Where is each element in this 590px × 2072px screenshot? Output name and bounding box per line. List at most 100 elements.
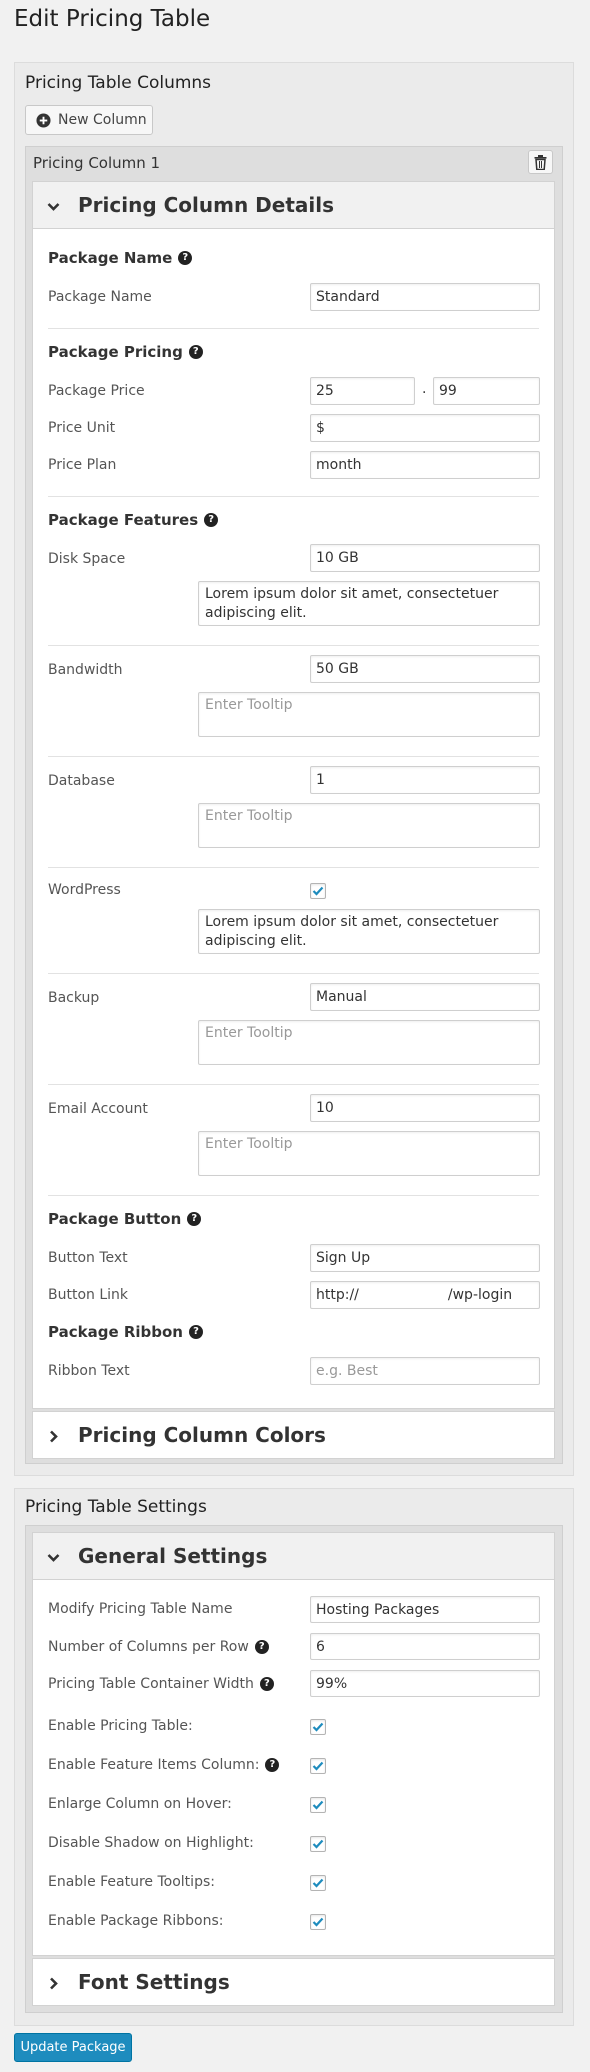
- package-name-group-label: Package Name: [48, 249, 173, 267]
- feature-label: Bandwidth: [48, 662, 123, 678]
- button-text-input[interactable]: Sign Up: [310, 1244, 540, 1272]
- button-link-input[interactable]: http:// /wp-login: [310, 1281, 540, 1309]
- plus-circle-icon: [36, 112, 51, 128]
- checkmark-icon: [312, 1839, 324, 1849]
- pricing-column-colors-title: Pricing Column Colors: [78, 1423, 326, 1447]
- feature-label: Backup: [48, 990, 100, 1006]
- pricing-column-header: Pricing Column 1: [33, 154, 161, 172]
- container-width-text: Pricing Table Container Width: [48, 1676, 254, 1692]
- package-price-label: Package Price: [48, 383, 145, 399]
- enable-tooltips-checkbox[interactable]: [310, 1875, 326, 1891]
- feature-tooltip-input[interactable]: Enter Tooltip: [198, 803, 540, 848]
- pricing-column-details-header[interactable]: Pricing Column Details: [32, 181, 555, 229]
- help-icon[interactable]: ?: [204, 513, 219, 527]
- help-icon[interactable]: ?: [187, 1212, 202, 1226]
- feature-label: Email Account: [48, 1101, 148, 1117]
- enlarge-on-hover-label: Enlarge Column on Hover:: [48, 1796, 232, 1812]
- update-package-button[interactable]: Update Package: [14, 2033, 132, 2062]
- package-features-group-label: Package Features: [48, 511, 199, 529]
- price-unit-input[interactable]: $: [310, 414, 540, 442]
- package-name-group: Package Name ?: [48, 249, 193, 267]
- package-features-group: Package Features ?: [48, 511, 219, 529]
- chevron-down-icon: [47, 199, 60, 212]
- help-icon[interactable]: ?: [254, 1640, 269, 1654]
- checkmark-icon: [312, 1878, 324, 1888]
- feature-tooltip-input[interactable]: Lorem ipsum dolor sit amet, consectetuer…: [198, 581, 540, 626]
- feature-label: Database: [48, 773, 115, 789]
- table-name-label: Modify Pricing Table Name: [48, 1601, 233, 1617]
- font-settings-header[interactable]: Font Settings: [32, 1958, 555, 2006]
- enable-feature-items-checkbox[interactable]: [310, 1758, 326, 1774]
- feature-value-input[interactable]: 10 GB: [310, 544, 540, 572]
- checkmark-icon: [312, 1761, 324, 1771]
- help-icon[interactable]: ?: [178, 251, 193, 265]
- divider: [48, 1195, 539, 1196]
- package-price-whole-input[interactable]: 25: [310, 377, 415, 405]
- divider: [48, 328, 539, 329]
- button-link-label: Button Link: [48, 1287, 129, 1303]
- help-icon[interactable]: ?: [188, 345, 203, 359]
- package-price-cents-input[interactable]: 99: [433, 377, 540, 405]
- feature-tooltip-input[interactable]: Enter Tooltip: [198, 1020, 540, 1065]
- divider: [48, 496, 539, 497]
- columns-per-row-text: Number of Columns per Row: [48, 1639, 249, 1655]
- container-width-label: Pricing Table Container Width ?: [48, 1676, 274, 1692]
- general-settings-title: General Settings: [78, 1544, 268, 1568]
- pricing-column-details-title: Pricing Column Details: [78, 193, 334, 217]
- chevron-right-icon: [47, 1976, 60, 1989]
- feature-value-input[interactable]: 10: [310, 1094, 540, 1122]
- feature-tooltip-input[interactable]: Lorem ipsum dolor sit amet, consectetuer…: [198, 909, 540, 954]
- container-width-input[interactable]: 99%: [310, 1670, 540, 1697]
- pricing-column-colors-header[interactable]: Pricing Column Colors: [32, 1411, 555, 1459]
- button-text-label: Button Text: [48, 1250, 128, 1266]
- price-unit-label: Price Unit: [48, 420, 116, 436]
- feature-value-input[interactable]: 1: [310, 766, 540, 794]
- help-icon[interactable]: ?: [259, 1677, 274, 1691]
- chevron-down-icon: [47, 1550, 60, 1563]
- divider: [48, 645, 539, 646]
- page-title: Edit Pricing Table: [14, 6, 211, 32]
- price-plan-input[interactable]: month: [310, 451, 540, 479]
- feature-value-input[interactable]: 50 GB: [310, 655, 540, 683]
- enable-ribbons-checkbox[interactable]: [310, 1914, 326, 1930]
- divider: [48, 973, 539, 974]
- enable-pricing-table-label: Enable Pricing Table:: [48, 1718, 193, 1734]
- table-name-input[interactable]: Hosting Packages: [310, 1596, 540, 1623]
- enable-tooltips-label: Enable Feature Tooltips:: [48, 1874, 215, 1890]
- divider: [48, 1084, 539, 1085]
- package-name-input[interactable]: Standard: [310, 283, 540, 311]
- trash-icon: [534, 154, 547, 170]
- general-settings-header[interactable]: General Settings: [32, 1532, 555, 1580]
- enable-pricing-table-checkbox[interactable]: [310, 1719, 326, 1735]
- feature-tooltip-input[interactable]: Enter Tooltip: [198, 1131, 540, 1176]
- enable-ribbons-label: Enable Package Ribbons:: [48, 1913, 224, 1929]
- price-separator: .: [422, 381, 427, 397]
- columns-per-row-label: Number of Columns per Row ?: [48, 1639, 269, 1655]
- package-pricing-group: Package Pricing ?: [48, 343, 203, 361]
- disable-shadow-checkbox[interactable]: [310, 1836, 326, 1852]
- package-pricing-group-label: Package Pricing: [48, 343, 183, 361]
- settings-section-title: Pricing Table Settings: [25, 1497, 207, 1517]
- enlarge-on-hover-checkbox[interactable]: [310, 1797, 326, 1813]
- disable-shadow-label: Disable Shadow on Highlight:: [48, 1835, 254, 1851]
- help-icon[interactable]: ?: [265, 1758, 280, 1772]
- feature-checkbox[interactable]: [310, 883, 326, 899]
- chevron-right-icon: [47, 1429, 60, 1442]
- checkmark-icon: [312, 1800, 324, 1810]
- package-name-label: Package Name: [48, 289, 152, 305]
- package-ribbon-group: Package Ribbon ?: [48, 1323, 203, 1341]
- new-column-label: New Column: [58, 112, 147, 128]
- delete-column-button[interactable]: [528, 150, 553, 174]
- new-column-button[interactable]: New Column: [25, 105, 153, 135]
- columns-per-row-input[interactable]: 6: [310, 1633, 540, 1660]
- help-icon[interactable]: ?: [189, 1325, 203, 1339]
- package-button-group-label: Package Button: [48, 1210, 182, 1228]
- ribbon-text-input[interactable]: e.g. Best: [310, 1357, 540, 1385]
- feature-tooltip-input[interactable]: Enter Tooltip: [198, 692, 540, 737]
- feature-label: Disk Space: [48, 551, 126, 567]
- feature-label: WordPress: [48, 882, 121, 898]
- checkmark-icon: [312, 886, 324, 896]
- feature-value-input[interactable]: Manual: [310, 983, 540, 1011]
- font-settings-title: Font Settings: [78, 1970, 230, 1994]
- columns-section-title: Pricing Table Columns: [25, 73, 212, 93]
